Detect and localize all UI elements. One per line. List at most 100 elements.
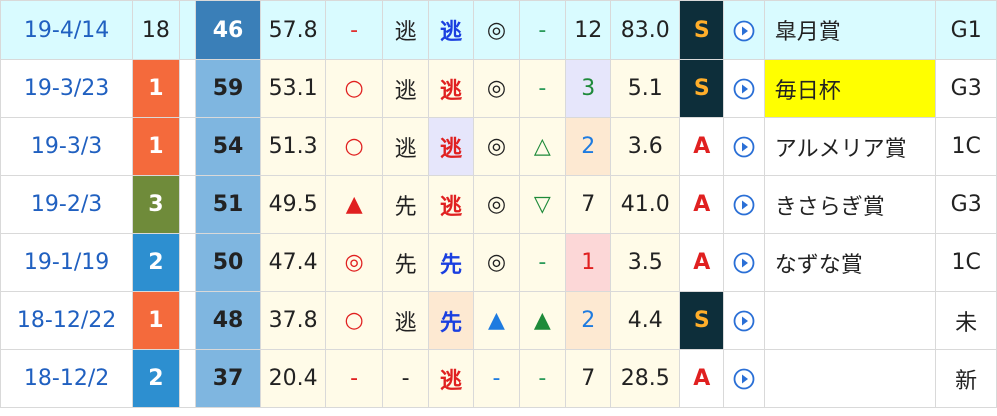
grade-badge: S <box>679 291 725 350</box>
mark-cell: - <box>324 349 384 408</box>
race-date[interactable]: 18-12/22 <box>0 291 134 350</box>
eval-mark-2: - <box>518 233 567 292</box>
race-date[interactable]: 19-2/3 <box>0 175 134 234</box>
time-index: 53.1 <box>260 59 326 118</box>
actual-run: 逃 <box>427 59 475 118</box>
race-class: G3 <box>935 59 997 118</box>
popularity: 3 <box>565 59 612 118</box>
race-name[interactable]: 毎日杯 <box>763 59 937 118</box>
race-date[interactable]: 18-12/2 <box>0 349 134 408</box>
popularity: 2 <box>565 117 612 176</box>
play-button[interactable] <box>723 291 765 350</box>
spacer-cell <box>178 349 196 408</box>
race-class: 1C <box>935 233 997 292</box>
actual-run: 逃 <box>427 0 475 60</box>
table-row[interactable]: 19-1/19 2 50 47.4 ◎ 先 先 ◎ - 1 3.5 A なずな賞… <box>0 233 997 292</box>
running-style: 逃 <box>382 59 429 118</box>
running-style: 逃 <box>382 0 429 60</box>
play-button[interactable] <box>723 233 765 292</box>
running-style: 先 <box>382 175 429 234</box>
race-history-table: 19-4/14 18 46 57.8 - 逃 逃 ◎ - 12 83.0 S 皐… <box>0 0 997 408</box>
eval-mark-1: ◎ <box>473 233 520 292</box>
eval-mark-2: △ <box>518 117 567 176</box>
eval-mark-2: - <box>518 59 567 118</box>
odds: 28.5 <box>610 349 681 408</box>
play-circle-icon[interactable] <box>733 194 755 216</box>
table-row[interactable]: 19-3/3 1 54 51.3 ○ 逃 逃 ◎ △ 2 3.6 A アルメリア… <box>0 117 997 176</box>
finish-place: 18 <box>132 0 180 60</box>
play-circle-icon[interactable] <box>733 368 755 390</box>
finish-place: 1 <box>132 59 180 118</box>
mark-cell: - <box>324 0 384 60</box>
race-date[interactable]: 19-1/19 <box>0 233 134 292</box>
eval-mark-1: ◎ <box>473 175 520 234</box>
table-row[interactable]: 19-4/14 18 46 57.8 - 逃 逃 ◎ - 12 83.0 S 皐… <box>0 0 997 60</box>
actual-run: 逃 <box>427 117 475 176</box>
play-button[interactable] <box>723 0 765 60</box>
popularity: 7 <box>565 175 612 234</box>
speed-score: 59 <box>194 59 262 118</box>
mark-cell: ○ <box>324 59 384 118</box>
eval-mark-1: ◎ <box>473 117 520 176</box>
table-row[interactable]: 19-2/3 3 51 49.5 ▲ 先 逃 ◎ ▽ 7 41.0 A きさらぎ… <box>0 175 997 234</box>
running-style: - <box>382 349 429 408</box>
popularity: 12 <box>565 0 612 60</box>
time-index: 57.8 <box>260 0 326 60</box>
speed-score: 54 <box>194 117 262 176</box>
play-circle-icon[interactable] <box>733 252 755 274</box>
time-index: 49.5 <box>260 175 326 234</box>
race-name[interactable]: 皐月賞 <box>763 0 937 60</box>
eval-mark-2: - <box>518 349 567 408</box>
play-circle-icon[interactable] <box>733 20 755 42</box>
mark-cell: ○ <box>324 291 384 350</box>
finish-place: 3 <box>132 175 180 234</box>
speed-score: 37 <box>194 349 262 408</box>
eval-mark-2: ▲ <box>518 291 567 350</box>
table-row[interactable]: 18-12/2 2 37 20.4 - - 逃 - - 7 28.5 A 新 <box>0 349 997 408</box>
table-row[interactable]: 18-12/22 1 48 37.8 ○ 逃 先 ▲ ▲ 2 4.4 S 未 <box>0 291 997 350</box>
odds: 3.5 <box>610 233 681 292</box>
race-date[interactable]: 19-3/3 <box>0 117 134 176</box>
race-name[interactable]: なずな賞 <box>763 233 937 292</box>
play-circle-icon[interactable] <box>733 136 755 158</box>
table-row[interactable]: 19-3/23 1 59 53.1 ○ 逃 逃 ◎ - 3 5.1 S 毎日杯 … <box>0 59 997 118</box>
race-class: 新 <box>935 349 997 408</box>
grade-badge: S <box>679 59 725 118</box>
spacer-cell <box>178 291 196 350</box>
actual-run: 逃 <box>427 175 475 234</box>
play-circle-icon[interactable] <box>733 310 755 332</box>
play-button[interactable] <box>723 175 765 234</box>
popularity: 2 <box>565 291 612 350</box>
race-date[interactable]: 19-3/23 <box>0 59 134 118</box>
eval-mark-2: - <box>518 0 567 60</box>
race-name[interactable]: きさらぎ賞 <box>763 175 937 234</box>
odds: 83.0 <box>610 0 681 60</box>
running-style: 先 <box>382 233 429 292</box>
popularity: 7 <box>565 349 612 408</box>
play-button[interactable] <box>723 59 765 118</box>
mark-cell: ◎ <box>324 233 384 292</box>
spacer-cell <box>178 175 196 234</box>
grade-badge: A <box>679 175 725 234</box>
mark-cell: ○ <box>324 117 384 176</box>
speed-score: 46 <box>194 0 262 60</box>
race-class: G3 <box>935 175 997 234</box>
finish-place: 1 <box>132 117 180 176</box>
play-button[interactable] <box>723 117 765 176</box>
speed-score: 50 <box>194 233 262 292</box>
eval-mark-2: ▽ <box>518 175 567 234</box>
actual-run: 逃 <box>427 349 475 408</box>
grade-badge: S <box>679 0 725 60</box>
odds: 3.6 <box>610 117 681 176</box>
race-name[interactable] <box>763 349 937 408</box>
race-date[interactable]: 19-4/14 <box>0 0 134 60</box>
grade-badge: A <box>679 117 725 176</box>
mark-cell: ▲ <box>324 175 384 234</box>
race-class: 未 <box>935 291 997 350</box>
race-name[interactable] <box>763 291 937 350</box>
race-name[interactable]: アルメリア賞 <box>763 117 937 176</box>
odds: 5.1 <box>610 59 681 118</box>
play-circle-icon[interactable] <box>733 78 755 100</box>
race-class: 1C <box>935 117 997 176</box>
play-button[interactable] <box>723 349 765 408</box>
